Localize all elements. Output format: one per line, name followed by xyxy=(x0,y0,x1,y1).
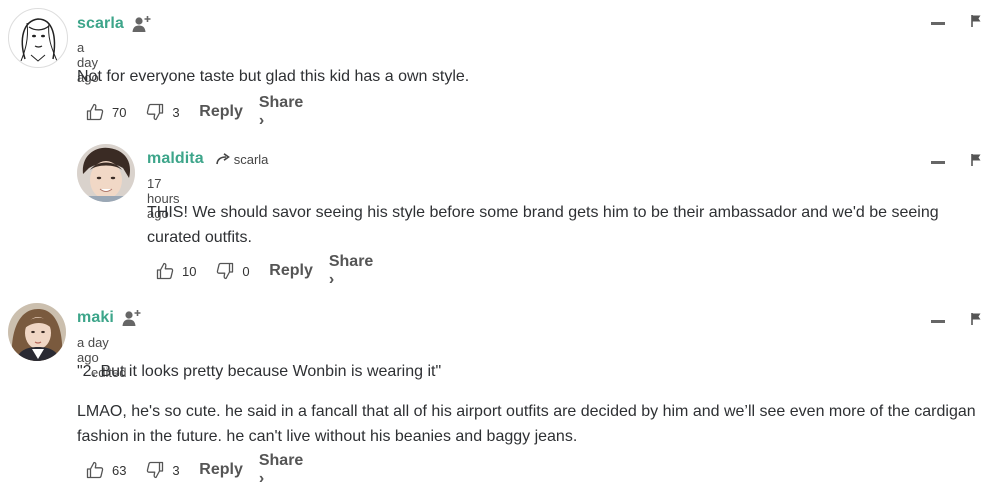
thumbs-down-icon xyxy=(217,262,234,280)
reply-button[interactable]: Reply xyxy=(269,262,313,280)
reply-to-username: scarla xyxy=(233,151,269,167)
dislike-button[interactable]: 3 xyxy=(146,103,199,121)
reply-arrow-icon xyxy=(215,153,230,165)
dislike-count: 3 xyxy=(172,462,180,478)
thumbs-up-icon xyxy=(86,103,104,121)
collapse-icon[interactable] xyxy=(931,160,945,164)
dislike-button[interactable]: 0 xyxy=(216,262,269,280)
dislike-button[interactable]: 3 xyxy=(146,461,199,479)
comment-text: Not for everyone taste but glad this kid… xyxy=(77,68,470,85)
flag-icon[interactable] xyxy=(971,153,981,171)
collapse-icon[interactable] xyxy=(931,319,945,323)
flag-icon[interactable] xyxy=(971,312,981,330)
comment-text: LMAO, he's so cute. he said in a fancall… xyxy=(77,403,976,445)
username[interactable]: maldita xyxy=(147,150,204,168)
like-count: 70 xyxy=(112,104,127,120)
follow-icon[interactable] xyxy=(132,15,152,33)
collapse-icon[interactable] xyxy=(931,21,945,25)
follow-icon[interactable] xyxy=(122,309,142,327)
share-button[interactable]: Share › xyxy=(259,452,310,488)
avatar[interactable] xyxy=(8,303,66,361)
username[interactable]: scarla xyxy=(77,15,124,33)
avatar[interactable] xyxy=(8,8,68,68)
reply-button[interactable]: Reply xyxy=(199,103,243,121)
like-count: 63 xyxy=(112,462,127,478)
like-button[interactable]: 10 xyxy=(156,262,216,280)
thumbs-up-icon xyxy=(156,262,174,280)
comment-text: THIS! We should savor seeing his style b… xyxy=(147,204,939,246)
dislike-count: 3 xyxy=(172,104,180,120)
share-button[interactable]: Share › xyxy=(259,94,310,130)
flag-icon[interactable] xyxy=(971,14,981,32)
thumbs-down-icon xyxy=(147,103,164,121)
reply-button[interactable]: Reply xyxy=(199,461,243,479)
like-button[interactable]: 63 xyxy=(86,461,146,479)
dislike-count: 0 xyxy=(242,263,250,279)
reply-to[interactable]: scarla xyxy=(215,151,269,167)
thumbs-up-icon xyxy=(86,461,104,479)
thumbs-down-icon xyxy=(147,461,164,479)
avatar[interactable] xyxy=(77,144,135,202)
username[interactable]: maki xyxy=(77,309,114,327)
comment-text: "2. But it looks pretty because Wonbin i… xyxy=(77,363,442,380)
like-count: 10 xyxy=(182,263,197,279)
like-button[interactable]: 70 xyxy=(86,103,146,121)
share-button[interactable]: Share › xyxy=(329,253,380,289)
